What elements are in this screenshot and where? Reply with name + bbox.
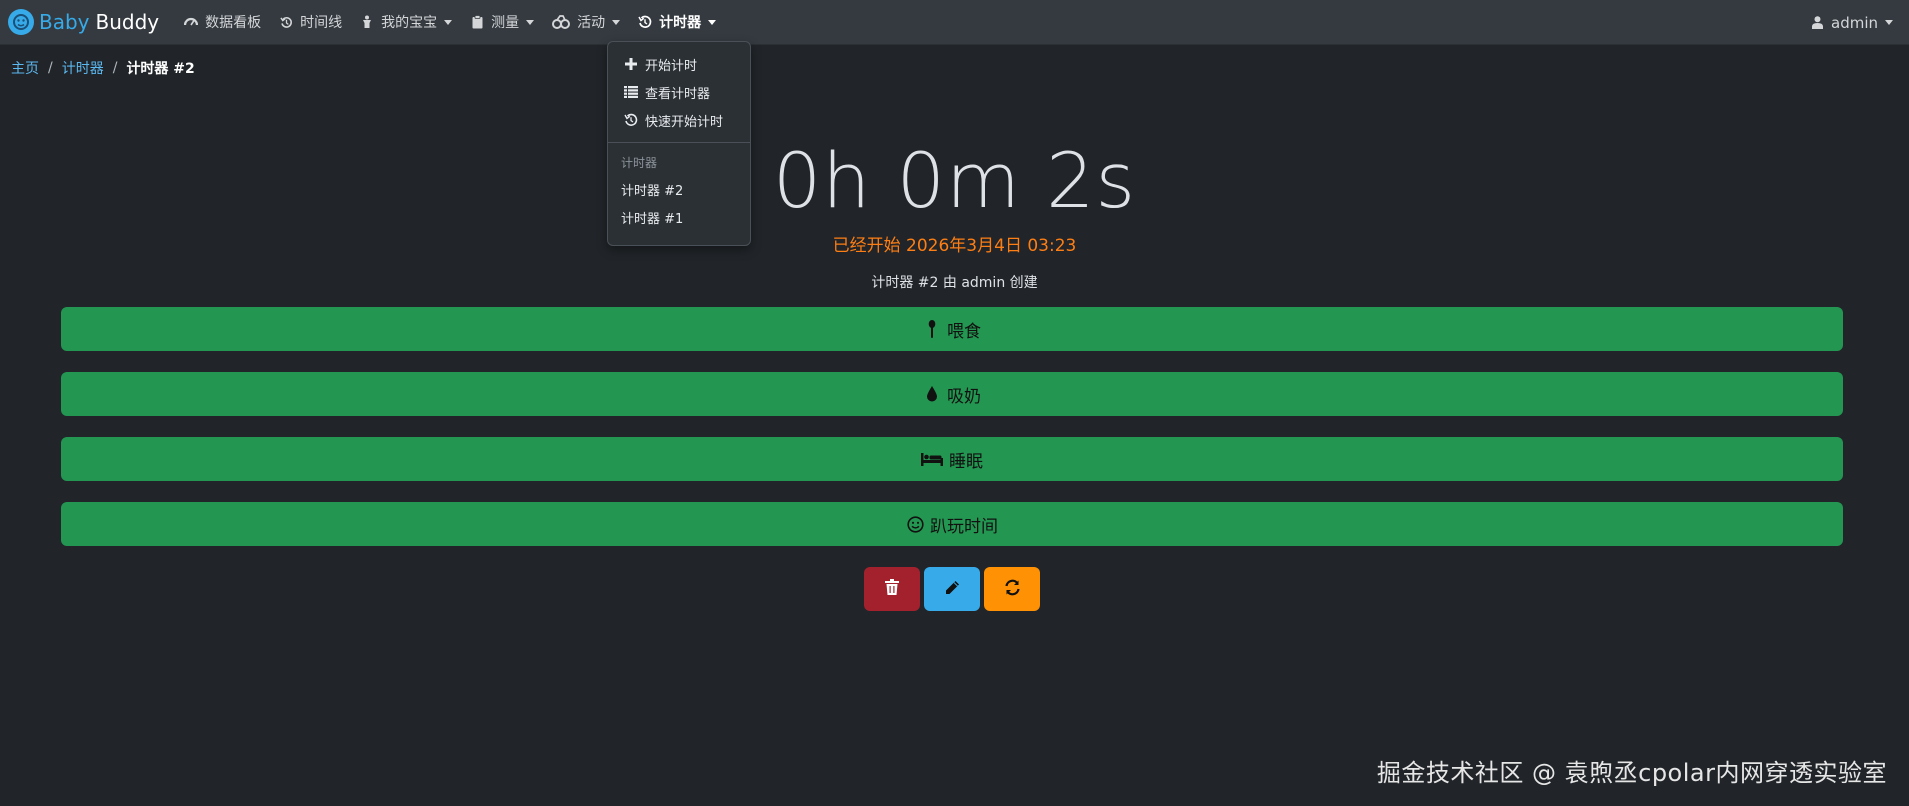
timers-section-header: 计时器 bbox=[621, 155, 658, 170]
plus-icon bbox=[624, 57, 638, 71]
timer-1-menu-item[interactable]: 计时器 #1 bbox=[608, 203, 750, 231]
tummy-time-button-label: 趴玩时间 bbox=[930, 516, 998, 537]
nav-dashboard[interactable]: 数据看板 bbox=[175, 0, 270, 45]
nav-timeline[interactable]: 时间线 bbox=[270, 0, 351, 45]
start-timer-label: 开始计时 bbox=[645, 58, 698, 74]
top-navbar: Baby Buddy 数据看板 时间线 我的宝宝 测量 活动 计时器 admin bbox=[0, 0, 1909, 45]
nav-children-label: 我的宝宝 bbox=[381, 15, 438, 31]
spoon-icon bbox=[923, 320, 941, 338]
pumping-button-label: 吸奶 bbox=[947, 386, 981, 407]
timer-started-text: 已经开始 2026年3月4日 03:23 bbox=[832, 236, 1077, 256]
breadcrumb: 主页 / 计时器 / 计时器 #2 bbox=[11, 58, 195, 78]
quick-start-timer-label: 快速开始计时 bbox=[645, 114, 724, 130]
nav-activities-dropdown[interactable]: 活动 bbox=[543, 0, 629, 45]
brand-text-buddy: Buddy bbox=[95, 10, 160, 34]
nav-measurements-label: 测量 bbox=[491, 15, 520, 31]
clipboard-icon bbox=[470, 15, 484, 29]
timers-dropdown-menu: 开始计时 查看计时器 快速开始计时 计时器 计时器 #2 计时器 #1 bbox=[607, 41, 751, 246]
brand-text-baby: Baby bbox=[39, 10, 90, 34]
trash-icon bbox=[885, 579, 899, 599]
breadcrumb-separator: / bbox=[112, 60, 118, 76]
username-label: admin bbox=[1831, 13, 1878, 32]
feeding-button-label: 喂食 bbox=[947, 321, 981, 342]
view-timers-menu-item[interactable]: 查看计时器 bbox=[608, 78, 750, 106]
bed-icon bbox=[921, 450, 943, 468]
chevron-down-icon bbox=[708, 19, 717, 25]
dropdown-divider bbox=[608, 142, 750, 143]
nav-dashboard-label: 数据看板 bbox=[205, 15, 262, 31]
pumping-button[interactable]: 吸奶 bbox=[61, 372, 1843, 416]
sleep-button[interactable]: 睡眠 bbox=[61, 437, 1843, 481]
timer-actions bbox=[864, 567, 1044, 611]
chevron-down-icon bbox=[612, 19, 621, 25]
refresh-icon bbox=[1004, 579, 1021, 600]
breadcrumb-timers-link[interactable]: 计时器 bbox=[62, 58, 104, 78]
activities-icon bbox=[552, 15, 571, 29]
feeding-button[interactable]: 喂食 bbox=[61, 307, 1843, 351]
timer-created-by-text: 计时器 #2 由 admin 创建 bbox=[871, 275, 1038, 291]
nav-activities-label: 活动 bbox=[577, 15, 606, 31]
chevron-down-icon bbox=[444, 19, 453, 25]
start-timer-menu-item[interactable]: 开始计时 bbox=[608, 50, 750, 78]
brand-logo-link[interactable]: Baby Buddy bbox=[8, 9, 159, 35]
nav-measurements-dropdown[interactable]: 测量 bbox=[461, 0, 543, 45]
baby-icon bbox=[360, 15, 374, 29]
nav-timers-label: 计时器 bbox=[659, 15, 702, 31]
breadcrumb-home-link[interactable]: 主页 bbox=[11, 58, 39, 78]
nav-timeline-label: 时间线 bbox=[300, 15, 343, 31]
history-icon bbox=[279, 15, 293, 29]
restart-timer-button[interactable] bbox=[984, 567, 1040, 611]
quick-start-timer-menu-item[interactable]: 快速开始计时 bbox=[608, 106, 750, 134]
droplet-icon bbox=[923, 385, 941, 403]
timer-icon bbox=[624, 113, 638, 127]
list-icon bbox=[624, 85, 638, 99]
user-menu-dropdown[interactable]: admin bbox=[1810, 0, 1893, 45]
breadcrumb-current: 计时器 #2 bbox=[126, 61, 195, 77]
edit-timer-button[interactable] bbox=[924, 567, 980, 611]
delete-timer-button[interactable] bbox=[864, 567, 920, 611]
timer-elapsed-display: 0h 0m 2s bbox=[772, 136, 1137, 225]
breadcrumb-separator: / bbox=[48, 60, 53, 76]
tummy-time-button[interactable]: 趴玩时间 bbox=[61, 502, 1843, 546]
user-icon bbox=[1810, 16, 1824, 30]
baby-buddy-logo-icon bbox=[8, 9, 34, 35]
chevron-down-icon bbox=[526, 19, 535, 25]
view-timers-label: 查看计时器 bbox=[645, 86, 711, 102]
timer-icon bbox=[638, 15, 652, 29]
nav-children-dropdown[interactable]: 我的宝宝 bbox=[351, 0, 461, 45]
pencil-icon bbox=[945, 580, 960, 599]
sleep-button-label: 睡眠 bbox=[949, 451, 983, 472]
timer-2-menu-item[interactable]: 计时器 #2 bbox=[608, 175, 750, 203]
smile-icon bbox=[906, 515, 924, 533]
chevron-down-icon bbox=[1885, 20, 1893, 25]
nav-timers-dropdown[interactable]: 计时器 bbox=[629, 0, 725, 45]
watermark-text: 掘金技术社区 @ 袁煦丞cpolar内网穿透实验室 bbox=[1376, 759, 1887, 787]
dashboard-icon bbox=[184, 15, 199, 29]
